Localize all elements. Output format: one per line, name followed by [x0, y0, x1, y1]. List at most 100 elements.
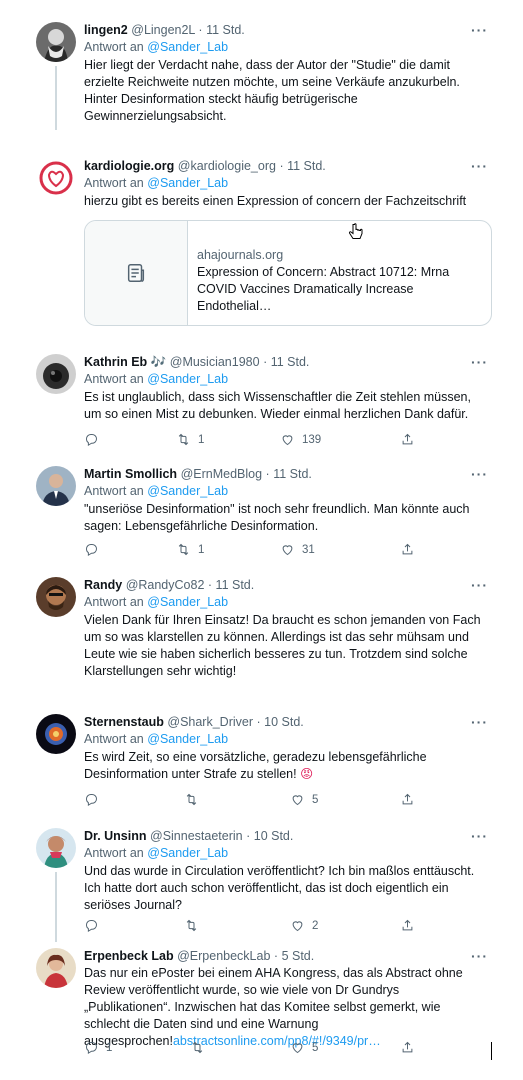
tweet[interactable]: Sternenstaub @Shark_Driver · 10 Std. Ant…	[22, 704, 500, 819]
display-name[interactable]: Randy	[84, 578, 122, 592]
timestamp[interactable]: 11 Std.	[273, 467, 312, 481]
mention-link[interactable]: @Sander_Lab	[147, 595, 228, 609]
handle[interactable]: @kardiologie_org	[178, 159, 276, 173]
card-domain: ahajournals.org	[197, 248, 284, 262]
reply-button[interactable]: 1	[84, 1040, 112, 1055]
mention-link[interactable]: @Sander_Lab	[147, 372, 228, 386]
display-name[interactable]: Sternenstaub	[84, 715, 164, 729]
retweet-icon	[178, 543, 189, 556]
mention-link[interactable]: @Sander_Lab	[147, 40, 228, 54]
timestamp[interactable]: 11 Std.	[287, 159, 326, 173]
timestamp[interactable]: 10 Std.	[254, 829, 294, 843]
share-icon	[402, 433, 413, 445]
mention-link[interactable]: @Sander_Lab	[147, 176, 228, 190]
retweet-icon	[192, 1041, 203, 1054]
timestamp[interactable]: 11 Std.	[206, 23, 245, 37]
handle[interactable]: @Lingen2L	[131, 23, 195, 37]
handle[interactable]: @Musician1980	[170, 355, 260, 369]
more-options-icon[interactable]: ···	[471, 354, 488, 370]
handle[interactable]: @RandyCo82	[126, 578, 205, 592]
retweet-button[interactable]	[190, 1040, 205, 1055]
timestamp[interactable]: 5 Std.	[282, 949, 315, 963]
avatar[interactable]	[36, 828, 76, 868]
mention-link[interactable]: @Sander_Lab	[147, 732, 228, 746]
reply-context: Antwort an @Sander_Lab	[84, 732, 229, 746]
reply-context: Antwort an @Sander_Lab	[84, 595, 229, 609]
tweet[interactable]: Erpenbeck Lab @ErpenbeckLab · 5 Std. Das…	[22, 942, 500, 1072]
avatar[interactable]	[36, 466, 76, 506]
mention-link[interactable]: @Sander_Lab	[147, 484, 228, 498]
handle[interactable]: @ErpenbeckLab	[177, 949, 270, 963]
avatar[interactable]	[36, 158, 76, 198]
share-icon	[402, 1041, 413, 1053]
share-button[interactable]	[400, 1040, 415, 1055]
more-options-icon[interactable]: ···	[471, 714, 488, 730]
avatar[interactable]	[36, 354, 76, 394]
tweet-text: Und das wurde in Circulation veröffentli…	[84, 864, 475, 912]
more-options-icon[interactable]: ···	[471, 828, 488, 844]
tweet-text: hierzu gibt es bereits einen Expression …	[84, 194, 467, 208]
tweet-actions: 1 5	[84, 1040, 414, 1058]
timestamp[interactable]: 11 Std.	[216, 578, 255, 592]
retweet-button[interactable]	[184, 918, 199, 933]
display-name[interactable]: Kathrin Eb	[84, 355, 147, 369]
retweet-button[interactable]: 1	[176, 432, 204, 447]
handle[interactable]: @Sinnestaeterin	[150, 829, 243, 843]
tweet-actions: 1 139	[84, 432, 414, 450]
display-name[interactable]: Erpenbeck Lab	[84, 949, 174, 963]
more-options-icon[interactable]: ···	[471, 22, 488, 38]
timestamp[interactable]: 11 Std.	[271, 355, 310, 369]
handle[interactable]: @ErnMedBlog	[181, 467, 262, 481]
like-button[interactable]: 139	[280, 432, 321, 447]
tweet-header: Erpenbeck Lab @ErpenbeckLab · 5 Std.	[84, 949, 315, 963]
display-name[interactable]: lingen2	[84, 23, 128, 37]
more-options-icon[interactable]: ···	[471, 158, 488, 174]
tweet-header: lingen2 @Lingen2L · 11 Std.	[84, 23, 245, 37]
tweet[interactable]: Kathrin Eb 🎶 @Musician1980 · 11 Std. Ant…	[22, 344, 500, 457]
retweet-count: 1	[198, 433, 205, 446]
more-options-icon[interactable]: ···	[471, 948, 488, 964]
card-thumbnail	[85, 221, 188, 325]
mention-link[interactable]: @Sander_Lab	[147, 846, 228, 860]
handle[interactable]: @Shark_Driver	[167, 715, 253, 729]
reply-icon	[86, 544, 97, 557]
tweet[interactable]: Randy @RandyCo82 · 11 Std. Antwort an @S…	[22, 567, 500, 687]
retweet-button[interactable]	[184, 792, 199, 807]
avatar[interactable]	[36, 577, 76, 617]
tweet-text: Hier liegt der Verdacht nahe, dass der A…	[84, 58, 460, 123]
tweet[interactable]: lingen2 @Lingen2L · 11 Std. Antwort an @…	[22, 12, 500, 132]
reply-context: Antwort an @Sander_Lab	[84, 846, 229, 860]
share-button[interactable]	[400, 432, 415, 447]
reply-button[interactable]	[84, 792, 99, 807]
share-icon	[402, 793, 413, 805]
share-button[interactable]	[400, 792, 415, 807]
tweet[interactable]: Dr. Unsinn @Sinnestaeterin · 10 Std. Ant…	[22, 818, 500, 942]
like-button[interactable]: 5	[290, 792, 318, 807]
reply-button[interactable]	[84, 918, 99, 933]
like-button[interactable]: 31	[280, 542, 315, 557]
timestamp[interactable]: 10 Std.	[264, 715, 304, 729]
more-options-icon[interactable]: ···	[471, 466, 488, 482]
like-button[interactable]: 2	[290, 918, 318, 933]
display-name[interactable]: Martin Smollich	[84, 467, 177, 481]
tweet[interactable]: Martin Smollich @ErnMedBlog · 11 Std. An…	[22, 456, 500, 568]
heart-icon	[282, 545, 293, 556]
reply-button[interactable]	[84, 542, 99, 557]
display-name[interactable]: kardiologie.org	[84, 159, 174, 173]
share-button[interactable]	[400, 542, 415, 557]
like-button[interactable]: 5	[290, 1040, 318, 1055]
avatar[interactable]	[36, 22, 76, 62]
tweet-header: Martin Smollich @ErnMedBlog · 11 Std.	[84, 467, 312, 481]
tweet[interactable]: kardiologie.org @kardiologie_org · 11 St…	[22, 148, 500, 328]
avatar[interactable]	[36, 714, 76, 754]
more-options-icon[interactable]: ···	[471, 577, 488, 593]
like-count: 31	[302, 543, 315, 556]
avatar[interactable]	[36, 948, 76, 988]
display-name[interactable]: Dr. Unsinn	[84, 829, 147, 843]
retweet-button[interactable]: 1	[176, 542, 204, 557]
reply-context: Antwort an @Sander_Lab	[84, 372, 229, 386]
share-button[interactable]	[400, 918, 415, 933]
card-title[interactable]: Expression of Concern: Abstract 10712: M…	[197, 264, 483, 315]
reply-button[interactable]	[84, 432, 99, 447]
link-card[interactable]: ahajournals.org Expression of Concern: A…	[84, 220, 492, 326]
